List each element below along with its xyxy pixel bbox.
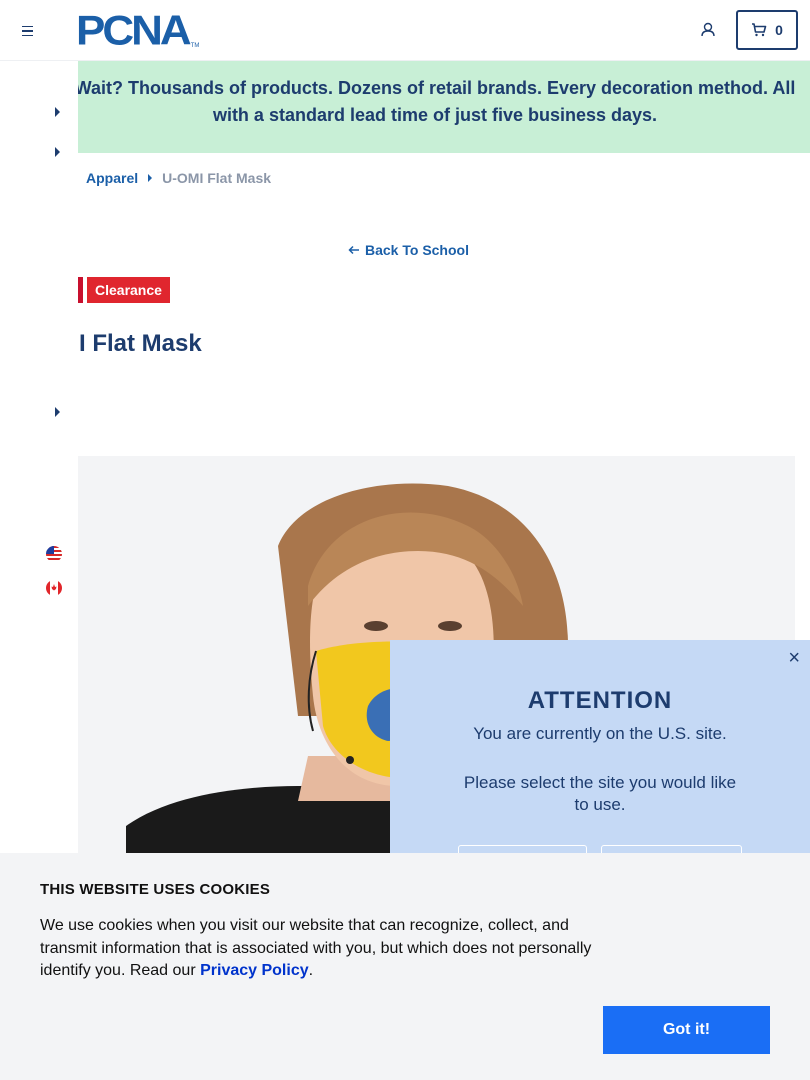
cart-count: 0: [775, 22, 783, 38]
user-icon[interactable]: [698, 20, 718, 40]
back-to-school-link[interactable]: Back To School: [348, 242, 469, 258]
cookie-body-text: We use cookies when you visit our websit…: [40, 917, 592, 979]
breadcrumb: Apparel U-OMI Flat Mask: [86, 170, 271, 186]
back-link-label: Back To School: [365, 242, 469, 258]
breadcrumb-separator-icon: [148, 174, 153, 182]
arrow-left-icon: [348, 245, 359, 255]
pcna-logo[interactable]: PCNA TM: [76, 7, 200, 54]
canada-flag-icon[interactable]: [46, 580, 62, 596]
promo-banner: Wait? Thousands of products. Dozens of r…: [78, 61, 810, 153]
clearance-badge-accent: [78, 277, 83, 303]
expand-arrow-icon[interactable]: [55, 107, 60, 117]
accept-cookies-button[interactable]: Got it!: [603, 1006, 770, 1054]
logo-text: PCNA: [76, 7, 192, 54]
breadcrumb-link-apparel[interactable]: Apparel: [86, 170, 138, 186]
attention-prompt: Please select the site you would like to…: [463, 773, 737, 814]
attention-message: You are currently on the U.S. site.: [473, 724, 727, 743]
cookie-message: We use cookies when you visit our websit…: [40, 915, 600, 983]
logo-trademark: TM: [190, 43, 200, 49]
breadcrumb-current: U-OMI Flat Mask: [162, 170, 272, 186]
attention-title: ATTENTION: [527, 687, 673, 714]
expand-arrow-icon[interactable]: [55, 147, 60, 157]
close-icon[interactable]: ×: [788, 648, 800, 668]
cookie-banner: THIS WEBSITE USES COOKIES We use cookies…: [0, 853, 810, 1080]
product-title: I Flat Mask: [79, 330, 202, 357]
clearance-badge-label: Clearance: [87, 277, 170, 303]
site-header: PCNA TM 0: [0, 0, 810, 61]
menu-icon[interactable]: [18, 20, 40, 42]
cookie-title: THIS WEBSITE USES COOKIES: [40, 881, 271, 898]
clearance-badge: Clearance: [78, 277, 170, 303]
promo-banner-text: Wait? Thousands of products. Dozens of r…: [78, 78, 796, 125]
cart-button[interactable]: 0: [736, 10, 798, 50]
privacy-policy-link[interactable]: Privacy Policy: [200, 962, 309, 979]
expand-arrow-icon[interactable]: [55, 407, 60, 417]
cart-icon: [752, 23, 767, 37]
us-flag-icon[interactable]: [46, 546, 62, 562]
cookie-period: .: [308, 962, 314, 979]
